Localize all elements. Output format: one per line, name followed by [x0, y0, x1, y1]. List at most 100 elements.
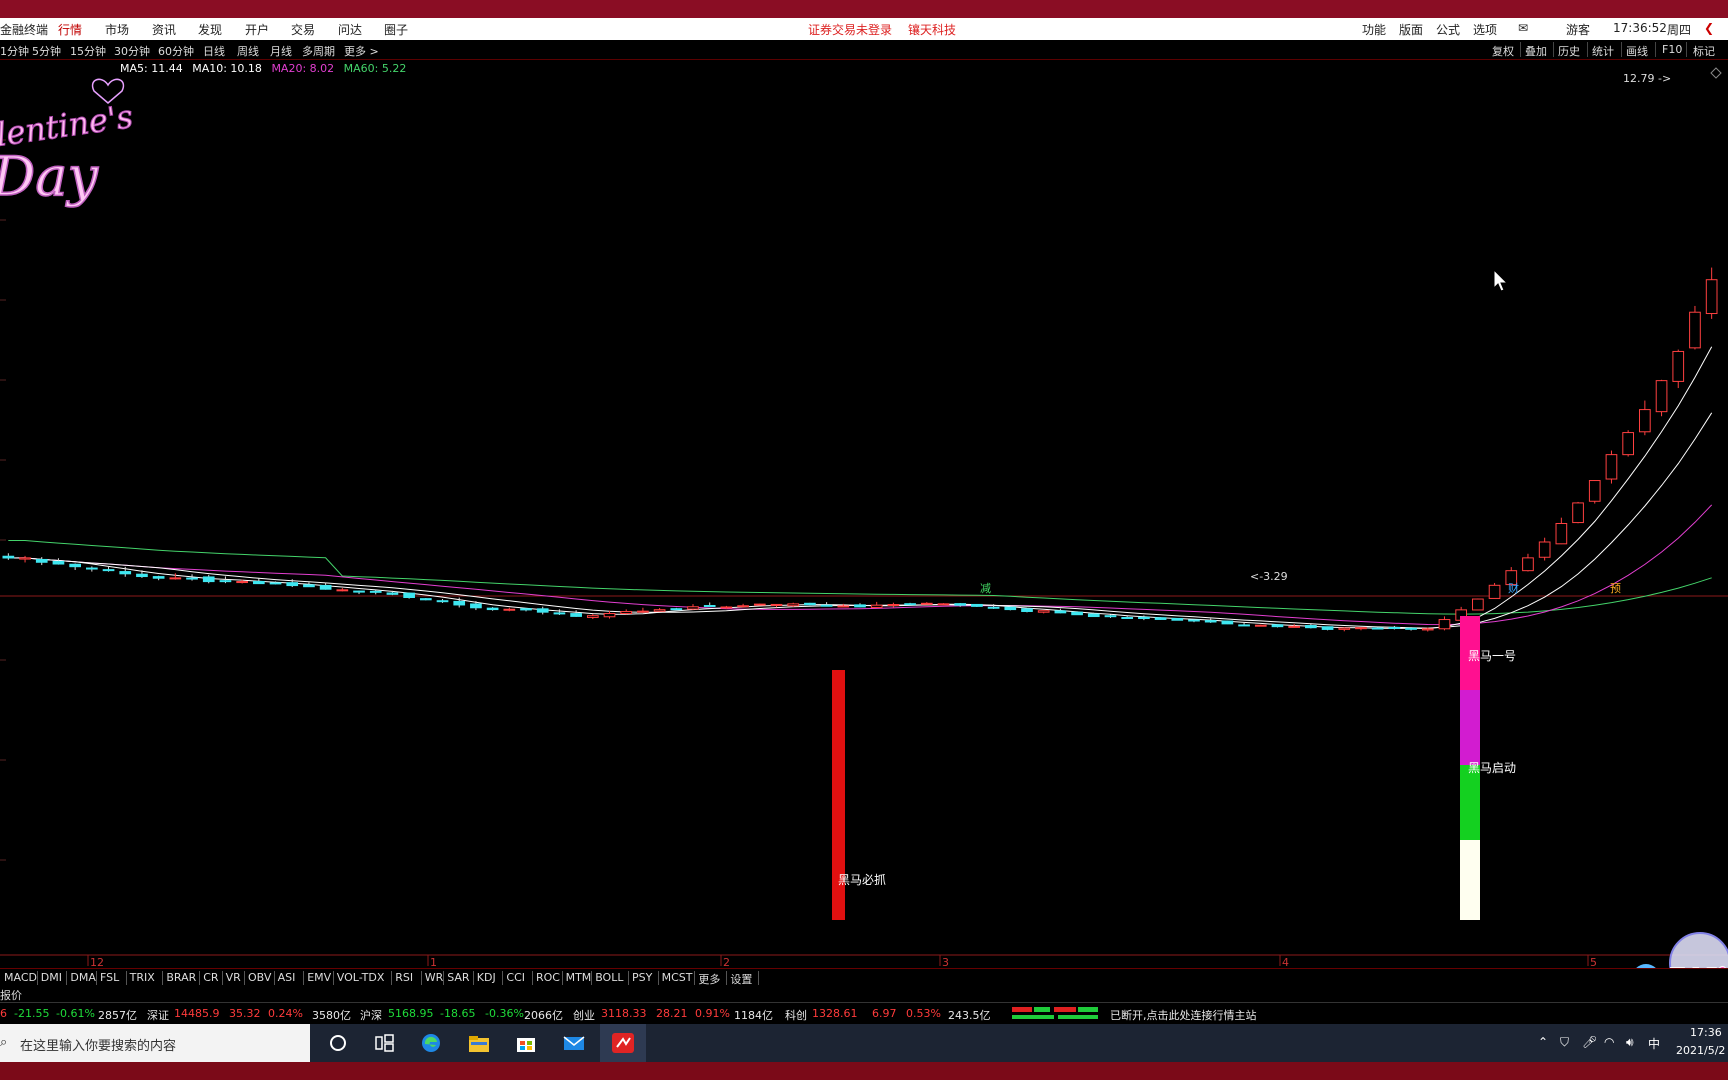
- indicator-tab-设置[interactable]: 设置: [730, 971, 752, 987]
- indicator-tab-obv[interactable]: OBV: [248, 971, 271, 984]
- connection-status[interactable]: 已断开,点击此处连接行情主站: [1110, 1007, 1257, 1023]
- kline-chart[interactable]: 12.79 -><-3.29减财预 黑马必抓黑马一号黑马启动 12 1 2 3 4 5 l…: [0, 60, 1728, 968]
- indicator-bar2-segment: [1460, 840, 1480, 920]
- user-label[interactable]: 游客: [1566, 21, 1590, 38]
- tray-network-icon[interactable]: ◠: [1604, 1035, 1614, 1049]
- menu-item-quanzi[interactable]: 圈子: [384, 21, 408, 38]
- period-1min[interactable]: 1分钟: [0, 43, 29, 59]
- candle-body: [236, 581, 248, 584]
- candle-body: [1622, 432, 1634, 456]
- company-notice[interactable]: 镶天科技: [908, 21, 956, 38]
- indicator-tab-fsl[interactable]: FSL: [100, 971, 119, 984]
- candle-body: [86, 567, 98, 570]
- indicator-tab-macd[interactable]: MACD: [4, 971, 37, 984]
- store-icon[interactable]: [515, 1033, 537, 1053]
- quote-label[interactable]: 报价: [0, 987, 22, 1003]
- menu-right-xuanxiang[interactable]: 选项: [1473, 21, 1497, 38]
- quote1-val: 14485.9: [174, 1007, 220, 1020]
- tool-lishi[interactable]: 历史: [1558, 43, 1580, 59]
- menu-item-wenda[interactable]: 问达: [338, 21, 362, 38]
- taskbar-app-active[interactable]: [600, 1024, 646, 1064]
- candle-body: [503, 608, 516, 611]
- quote1-name[interactable]: 深证: [147, 1007, 169, 1023]
- task-view-icon[interactable]: [373, 1033, 395, 1053]
- period-week[interactable]: 周线: [237, 43, 259, 59]
- file-explorer-icon[interactable]: [468, 1033, 490, 1053]
- indicator-tab-asi[interactable]: ASI: [278, 971, 296, 984]
- tray-ime[interactable]: 中: [1648, 1035, 1660, 1052]
- candle-body: [787, 603, 800, 607]
- quote3-name[interactable]: 创业: [573, 1007, 595, 1023]
- edge-browser-icon[interactable]: [420, 1033, 442, 1053]
- menu-right-gongneng[interactable]: 功能: [1362, 21, 1386, 38]
- period-60min[interactable]: 60分钟: [158, 43, 194, 59]
- indicator-tab-dma[interactable]: DMA: [70, 971, 96, 984]
- indicator-tab-sar[interactable]: SAR: [447, 971, 469, 984]
- indicator-tab-brar[interactable]: BRAR: [166, 971, 196, 984]
- candle-body: [854, 604, 866, 608]
- period-more[interactable]: 更多 >: [344, 43, 379, 59]
- trade-login-notice[interactable]: 证券交易未登录: [808, 21, 892, 38]
- chart-grid: [0, 139, 6, 861]
- tray-shield-icon[interactable]: ⛉: [1560, 1035, 1569, 1050]
- menu-item-hangqing[interactable]: 行情: [58, 21, 82, 38]
- indicator-tab-dmi[interactable]: DMI: [41, 971, 62, 984]
- candle-body: [353, 590, 365, 593]
- quote2-val: 5168.95: [388, 1007, 434, 1020]
- indicator-tab-roc[interactable]: ROC: [536, 971, 560, 984]
- tool-fuquan[interactable]: 复权: [1492, 43, 1514, 59]
- indicator-tab-wr[interactable]: WR: [425, 971, 444, 984]
- cortana-icon[interactable]: [327, 1033, 349, 1053]
- mail-icon[interactable]: [563, 1033, 585, 1053]
- period-30min[interactable]: 30分钟: [114, 43, 150, 59]
- indicator-tab-emv[interactable]: EMV: [307, 971, 331, 984]
- tray-mic-icon[interactable]: 🎤︎: [1582, 1035, 1597, 1049]
- tool-huaxian[interactable]: 画线: [1626, 43, 1648, 59]
- indicator-tab-vr[interactable]: VR: [226, 971, 241, 984]
- menu-item-faxian[interactable]: 发现: [198, 21, 222, 38]
- quote2-name[interactable]: 沪深: [360, 1007, 382, 1023]
- ma5-line: [8, 346, 1713, 630]
- window-top-strip: [0, 0, 1728, 18]
- indicator-tab-kdj[interactable]: KDJ: [477, 971, 496, 984]
- quote4-name[interactable]: 科创: [785, 1007, 807, 1023]
- menu-right-gongshi[interactable]: 公式: [1436, 21, 1460, 38]
- tool-biaoji[interactable]: 标记: [1693, 43, 1715, 59]
- tool-f10[interactable]: F10: [1662, 43, 1682, 56]
- candle-body: [520, 608, 532, 611]
- period-month[interactable]: 月线: [270, 43, 292, 59]
- candle-body: [336, 589, 349, 592]
- candle-body: [1037, 610, 1050, 613]
- period-day[interactable]: 日线: [203, 43, 225, 59]
- candle-body: [987, 606, 1000, 609]
- search-icon: ⌕: [0, 1035, 8, 1050]
- indicator-tab-psy[interactable]: PSY: [632, 971, 652, 984]
- period-15min[interactable]: 15分钟: [70, 43, 106, 59]
- tool-diejia[interactable]: 叠加: [1525, 43, 1547, 59]
- tray-clock-date[interactable]: 2021/5/2: [1676, 1044, 1725, 1057]
- indicator-tab-vol-tdx[interactable]: VOL-TDX: [337, 971, 385, 984]
- tray-volume-icon[interactable]: 🔊︎: [1626, 1035, 1634, 1050]
- taskbar-search-box[interactable]: ⌕ 在这里输入你要搜索的内容: [0, 1024, 310, 1062]
- indicator-tab-cr[interactable]: CR: [203, 971, 218, 984]
- message-icon[interactable]: ✉: [1518, 21, 1528, 35]
- menu-item-jiaoyi[interactable]: 交易: [291, 21, 315, 38]
- indicator-tab-cci[interactable]: CCI: [506, 971, 525, 984]
- indicator-tab-boll[interactable]: BOLL: [595, 971, 623, 984]
- period-multi[interactable]: 多周期: [302, 43, 335, 59]
- indicator-tab-mcst[interactable]: MCST: [662, 971, 693, 984]
- x-axis-label: 3: [942, 956, 949, 968]
- indicator-tab-mtm[interactable]: MTM: [566, 971, 592, 984]
- menu-right-banmian[interactable]: 版面: [1399, 21, 1423, 38]
- menu-item-zixun[interactable]: 资讯: [152, 21, 176, 38]
- tray-clock-time[interactable]: 17:36: [1690, 1026, 1722, 1039]
- indicator-tab-trix[interactable]: TRIX: [130, 971, 155, 984]
- tray-chevron-icon[interactable]: ⌃: [1538, 1035, 1548, 1049]
- tool-tongji[interactable]: 统计: [1592, 43, 1614, 59]
- menu-item-shichang[interactable]: 市场: [105, 21, 129, 38]
- menu-item-kaihu[interactable]: 开户: [245, 21, 269, 38]
- indicator-tab-更多[interactable]: 更多: [698, 971, 720, 987]
- indicator-tab-rsi[interactable]: RSI: [395, 971, 413, 984]
- collapse-arrow-icon[interactable]: ❮: [1704, 21, 1714, 35]
- period-5min[interactable]: 5分钟: [32, 43, 61, 59]
